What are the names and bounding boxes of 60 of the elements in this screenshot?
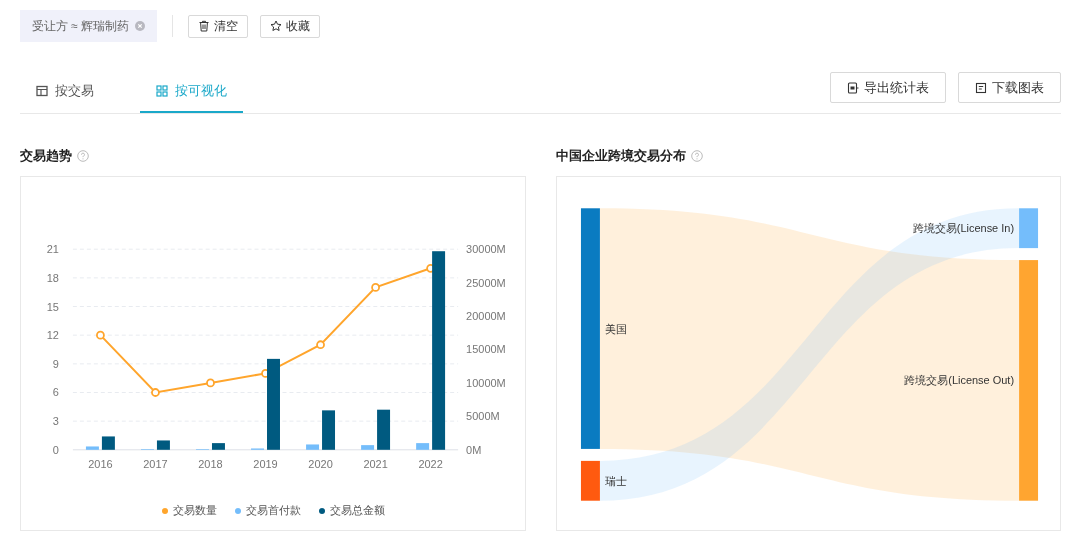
action-button[interactable]: 导出统计表	[830, 72, 946, 103]
bar	[156, 440, 170, 450]
axis-label: 2019	[253, 457, 278, 470]
table-icon	[36, 84, 48, 97]
axis-label: 3	[52, 415, 59, 428]
close-icon[interactable]	[135, 21, 146, 31]
axis-label: 6	[52, 386, 59, 399]
axis-label: 21	[46, 243, 59, 256]
document-icon	[975, 81, 987, 94]
axis-label: 5000M	[466, 410, 500, 423]
axis-label: 30000M	[466, 243, 506, 256]
axis-label: 2022	[418, 457, 443, 470]
star-icon	[270, 20, 283, 32]
bar	[212, 443, 225, 450]
data-point	[371, 283, 380, 292]
legend-label[interactable]: 交易首付款	[245, 503, 301, 518]
data-point	[96, 330, 105, 340]
axis-label: 18	[46, 271, 59, 284]
filter-label: 受让方 ≈ 辉瑞制药	[32, 17, 130, 35]
help-icon[interactable]	[77, 150, 89, 162]
axis-label: 20000M	[466, 310, 506, 323]
axis-label: 25000M	[466, 276, 506, 289]
data-point	[206, 378, 215, 388]
bar	[101, 436, 115, 450]
panel-title: 中国企业跨境交易分布	[556, 147, 686, 165]
axis-label: 2021	[363, 457, 388, 470]
axis-label: 9	[52, 357, 59, 370]
action-button[interactable]: 下载图表	[958, 72, 1061, 103]
axis-label: 10000M	[466, 376, 506, 389]
panel-title: 交易趋势	[20, 147, 72, 165]
bar	[377, 409, 391, 450]
trash-icon	[198, 20, 211, 32]
grid-icon	[156, 84, 168, 97]
axis-label: 2018	[198, 457, 223, 470]
axis-label: 2020	[308, 457, 333, 470]
legend-label[interactable]: 交易总金额	[329, 503, 385, 518]
axis-label: 0	[52, 443, 59, 456]
spreadsheet-icon	[847, 81, 859, 94]
axis-label: 2017	[143, 457, 168, 470]
node-label: 跨境交易(License Out)	[904, 374, 1015, 387]
axis-label: 0M	[466, 443, 482, 456]
bar	[416, 443, 430, 450]
bar	[85, 446, 99, 450]
data-point	[316, 340, 325, 350]
toolbar-button[interactable]: 收藏	[260, 14, 321, 38]
bar	[361, 445, 375, 450]
node-label: 瑞士	[604, 474, 627, 487]
node-label: 美国	[604, 322, 627, 335]
bar	[306, 444, 320, 450]
help-icon[interactable]	[691, 150, 703, 162]
toolbar-button[interactable]: 清空	[188, 14, 249, 38]
axis-label: 2016	[88, 457, 113, 470]
bar	[322, 410, 335, 450]
legend-label[interactable]: 交易数量	[172, 503, 217, 518]
tab[interactable]: 按交易	[20, 70, 120, 113]
axis-label: 15000M	[466, 343, 506, 356]
axis-label: 12	[46, 329, 59, 342]
axis-label: 15	[46, 300, 59, 313]
node-label: 跨境交易(License In)	[912, 222, 1015, 235]
data-point	[151, 388, 160, 397]
